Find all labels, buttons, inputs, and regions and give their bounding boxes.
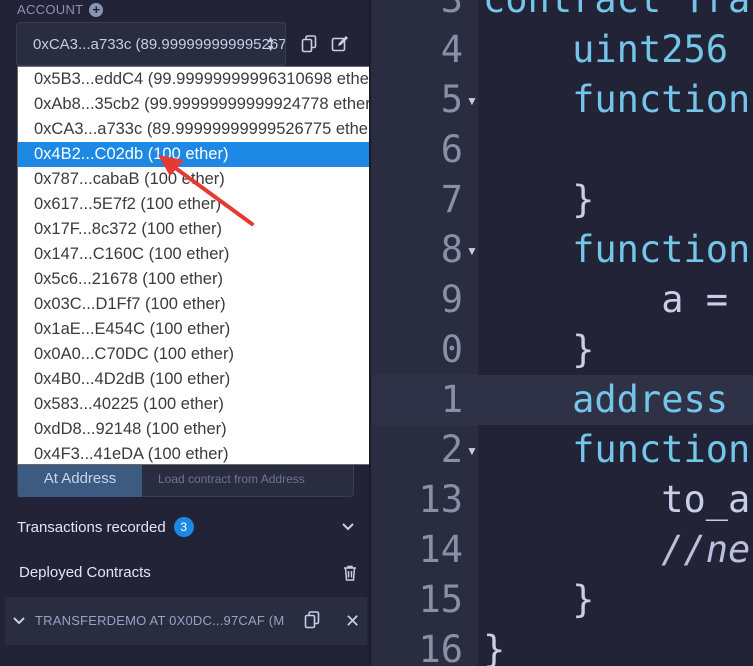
code-line[interactable]: } (483, 325, 594, 375)
code-line[interactable]: function (483, 75, 750, 125)
trash-icon[interactable] (343, 565, 357, 581)
account-select-value: 0xCA3...a733c (89.99999999999526775 ethe… (33, 35, 286, 53)
fold-arrow-icon[interactable]: ▼ (466, 444, 478, 458)
line-number: 5 (440, 78, 463, 121)
select-arrows-icon: ▲ ▼ (266, 34, 275, 53)
red-arrow-annotation (158, 155, 254, 226)
code-line[interactable]: } (483, 625, 505, 666)
account-select[interactable]: 0xCA3...a733c (89.99999999999526775 ethe… (16, 22, 286, 66)
line-number: 0 (440, 328, 463, 371)
code-line[interactable]: } (483, 175, 594, 225)
fold-arrow-icon[interactable]: ▼ (466, 94, 478, 108)
account-header: ACCOUNT + (17, 2, 104, 17)
chevron-down-icon[interactable] (341, 520, 355, 534)
at-address-button[interactable]: At Address (18, 461, 142, 497)
fold-arrow-icon[interactable]: ▼ (466, 244, 478, 258)
transactions-label: Transactions recorded (17, 518, 166, 536)
run-panel: ACCOUNT + 0xCA3...a733c (89.999999999995… (0, 0, 439, 666)
code-line[interactable]: } (483, 575, 594, 625)
line-number: 6 (440, 128, 463, 171)
deployed-contracts-label: Deployed Contracts (19, 564, 151, 581)
line-number: 3 (371, 0, 463, 25)
account-label: ACCOUNT (17, 2, 84, 17)
at-address-row: At Address Load contract from Address (17, 460, 354, 497)
line-number: 2 (440, 428, 463, 471)
line-number: 15 (418, 578, 463, 621)
transactions-recorded[interactable]: Transactions recorded 3 (17, 517, 194, 537)
deployed-instance[interactable]: TRANSFERDEMO AT 0X0DC...97CAF (M ✕ (5, 597, 367, 645)
edit-icon[interactable] (331, 35, 349, 53)
line-number: 14 (418, 528, 463, 571)
transactions-count-badge: 3 (173, 517, 194, 537)
line-number: 4 (440, 28, 463, 71)
instance-label: TRANSFERDEMO AT 0X0DC...97CAF (M (35, 613, 285, 628)
at-address-input[interactable]: Load contract from Address (158, 461, 305, 497)
close-icon[interactable]: ✕ (345, 612, 360, 630)
code-line[interactable]: contract Tra (483, 0, 750, 25)
code-line[interactable]: function (483, 225, 750, 275)
code-line[interactable]: function (483, 425, 750, 475)
code-line[interactable]: uint256 (483, 25, 750, 75)
copy-icon[interactable] (304, 611, 320, 629)
line-number: 9 (440, 278, 463, 321)
code-line[interactable]: //ne (483, 525, 750, 575)
line-number: 7 (440, 178, 463, 221)
code-editor[interactable]: 3contract Tra4 uint256 5▼ function67 }8▼… (371, 0, 753, 666)
code-line[interactable]: to_a (483, 475, 750, 525)
code-line[interactable]: a = (483, 275, 750, 325)
copy-icon[interactable] (301, 35, 317, 53)
line-number: 8 (440, 228, 463, 271)
line-number: 16 (418, 628, 463, 666)
chevron-down-icon[interactable] (12, 614, 26, 628)
line-number: 1 (440, 378, 463, 421)
code-line[interactable]: address (483, 375, 750, 425)
line-number: 13 (418, 478, 463, 521)
plus-circle-icon[interactable]: + (89, 2, 104, 17)
